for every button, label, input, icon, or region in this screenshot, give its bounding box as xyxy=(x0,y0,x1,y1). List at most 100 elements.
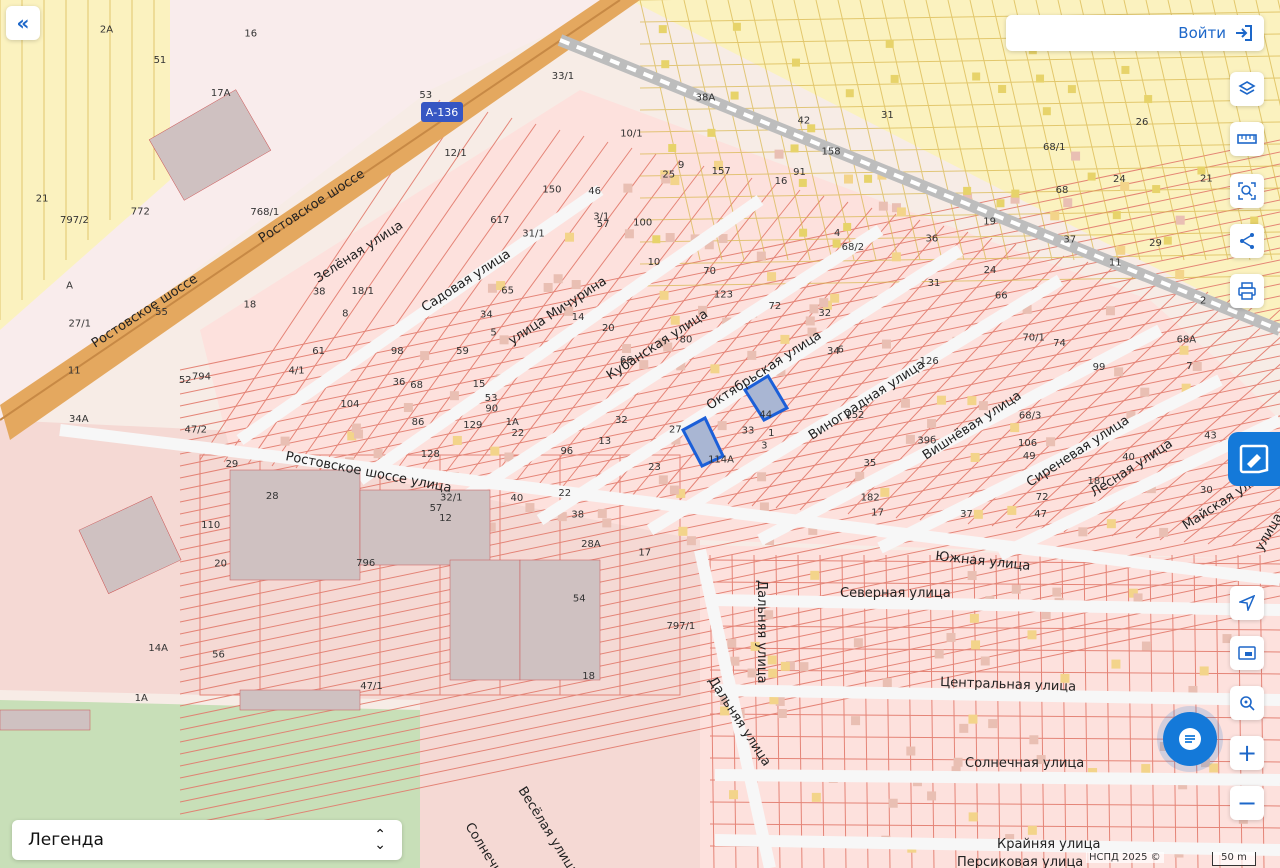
plot-number: 26 xyxy=(1136,117,1149,128)
plot-number: 1 xyxy=(768,428,774,439)
plot-number: 27/1 xyxy=(69,319,91,330)
print-button[interactable] xyxy=(1230,274,1264,308)
plot-number: 31/1 xyxy=(522,229,544,240)
plot-number: 11 xyxy=(68,366,81,377)
plot-number: 129 xyxy=(463,420,482,431)
plot-number: 126 xyxy=(920,356,939,367)
plot-number: 66 xyxy=(620,355,633,366)
plot-number: 1А xyxy=(506,417,519,428)
plot-number: 99 xyxy=(1093,362,1106,373)
plot-number: 32/1 xyxy=(440,492,462,503)
plot-number: 49 xyxy=(1023,451,1036,462)
plot-number: 796 xyxy=(356,558,375,569)
plot-number: 33/1 xyxy=(552,71,574,82)
plot-number: 794 xyxy=(192,372,211,383)
plot-number: 53 xyxy=(419,90,432,101)
plot-number: 10 xyxy=(648,257,661,268)
plot-number: 100 xyxy=(633,218,652,229)
plot-number: 10/1 xyxy=(620,129,642,140)
plot-number: 96 xyxy=(560,446,573,457)
plot-number: 68А xyxy=(1177,334,1197,345)
plot-number: 36 xyxy=(925,233,938,244)
plot-number: 12/1 xyxy=(444,148,466,159)
search-location-button[interactable] xyxy=(1230,686,1264,720)
chevron-updown-icon: ⌃ ⌄ xyxy=(374,827,386,853)
plot-number: 2 xyxy=(1200,296,1206,307)
plot-number: 37 xyxy=(1063,234,1076,245)
plot-number: 53 xyxy=(485,393,498,404)
legend-dropdown[interactable]: Легенда ⌃ ⌄ xyxy=(12,820,402,860)
plot-number: 36 xyxy=(393,377,406,388)
plot-number: 68/2 xyxy=(842,242,864,253)
map-feedback-icon xyxy=(1239,444,1269,474)
search-location-icon xyxy=(1240,696,1255,711)
plot-number: 31 xyxy=(928,278,941,289)
plot-number: 35 xyxy=(864,458,877,469)
area-search-button[interactable] xyxy=(1230,174,1264,208)
plot-number: 2А xyxy=(100,25,113,36)
plot-number: 57 xyxy=(430,503,443,514)
print-icon xyxy=(1238,282,1256,300)
cadastral-map[interactable]: А-136 Ростовское шоссеРостовское шоссеЗе… xyxy=(0,0,1280,868)
frame-button[interactable] xyxy=(1230,636,1264,670)
ruler-button[interactable] xyxy=(1230,122,1264,156)
locate-button[interactable] xyxy=(1230,586,1264,620)
double-chevron-left-icon: « xyxy=(16,11,30,35)
plot-number: 34А xyxy=(69,414,89,425)
plot-number: 16 xyxy=(244,28,257,39)
plot-number: 3 xyxy=(761,441,767,452)
plot-number: 68 xyxy=(410,380,423,391)
plot-number: 56 xyxy=(212,649,225,660)
plot-number: 23 xyxy=(648,462,661,473)
plot-number: 59 xyxy=(456,346,469,357)
scale-bar: 50 m xyxy=(1212,852,1256,866)
street-label: Крайняя улица xyxy=(997,837,1100,852)
plot-number: 68/3 xyxy=(1019,410,1041,421)
plot-number: 90 xyxy=(485,403,498,414)
plot-number: 61 xyxy=(312,346,325,357)
layers-button[interactable] xyxy=(1230,72,1264,106)
plot-number: 51 xyxy=(154,55,167,66)
zoom-in-button[interactable]: + xyxy=(1230,736,1264,770)
plot-number: 47 xyxy=(1034,509,1047,520)
plot-number: 32 xyxy=(615,415,628,426)
plot-number: 158 xyxy=(822,147,841,158)
plot-number: 22 xyxy=(558,488,571,499)
plot-number: 15 xyxy=(473,379,486,390)
plot-number: 31 xyxy=(881,110,894,121)
plot-number: 68/1 xyxy=(1043,142,1065,153)
plot-number: 18 xyxy=(582,671,595,682)
plot-number: 157 xyxy=(712,166,731,177)
residential-zone-south xyxy=(700,545,1280,868)
plot-number: 11 xyxy=(1109,258,1122,269)
plot-number: 86 xyxy=(412,417,425,428)
login-button[interactable]: Войти xyxy=(1006,15,1264,51)
locate-icon xyxy=(1239,595,1255,611)
login-label: Войти xyxy=(1178,24,1226,42)
plot-number: 797/2 xyxy=(60,215,89,226)
plot-number: 43 xyxy=(1204,431,1217,442)
plot-number: 29 xyxy=(1149,238,1162,249)
side-panel-tab[interactable] xyxy=(1228,432,1280,486)
plot-number: 19 xyxy=(983,217,996,228)
plot-number: 16 xyxy=(775,176,788,187)
plot-number: 34 xyxy=(480,310,493,321)
plot-number: 21 xyxy=(36,194,49,205)
plot-number: 72 xyxy=(768,301,781,312)
share-button[interactable] xyxy=(1230,224,1264,258)
plot-number: 5 xyxy=(490,328,496,339)
plot-number: 29 xyxy=(226,459,239,470)
frame-icon xyxy=(1238,646,1256,660)
login-arrow-icon xyxy=(1236,25,1252,41)
zoom-out-button[interactable]: − xyxy=(1230,786,1264,820)
plot-number: 21 xyxy=(1200,173,1213,184)
chat-button[interactable] xyxy=(1163,712,1217,766)
collapse-panel-button[interactable]: « xyxy=(6,6,40,40)
plot-number: 65 xyxy=(501,286,514,297)
plot-number: 27 xyxy=(669,425,682,436)
plot-number: 34 xyxy=(827,346,840,357)
chat-icon xyxy=(1179,728,1201,750)
plot-number: 7 xyxy=(1186,361,1192,372)
plot-number: 30 xyxy=(1200,485,1213,496)
plot-number: 38 xyxy=(313,286,326,297)
